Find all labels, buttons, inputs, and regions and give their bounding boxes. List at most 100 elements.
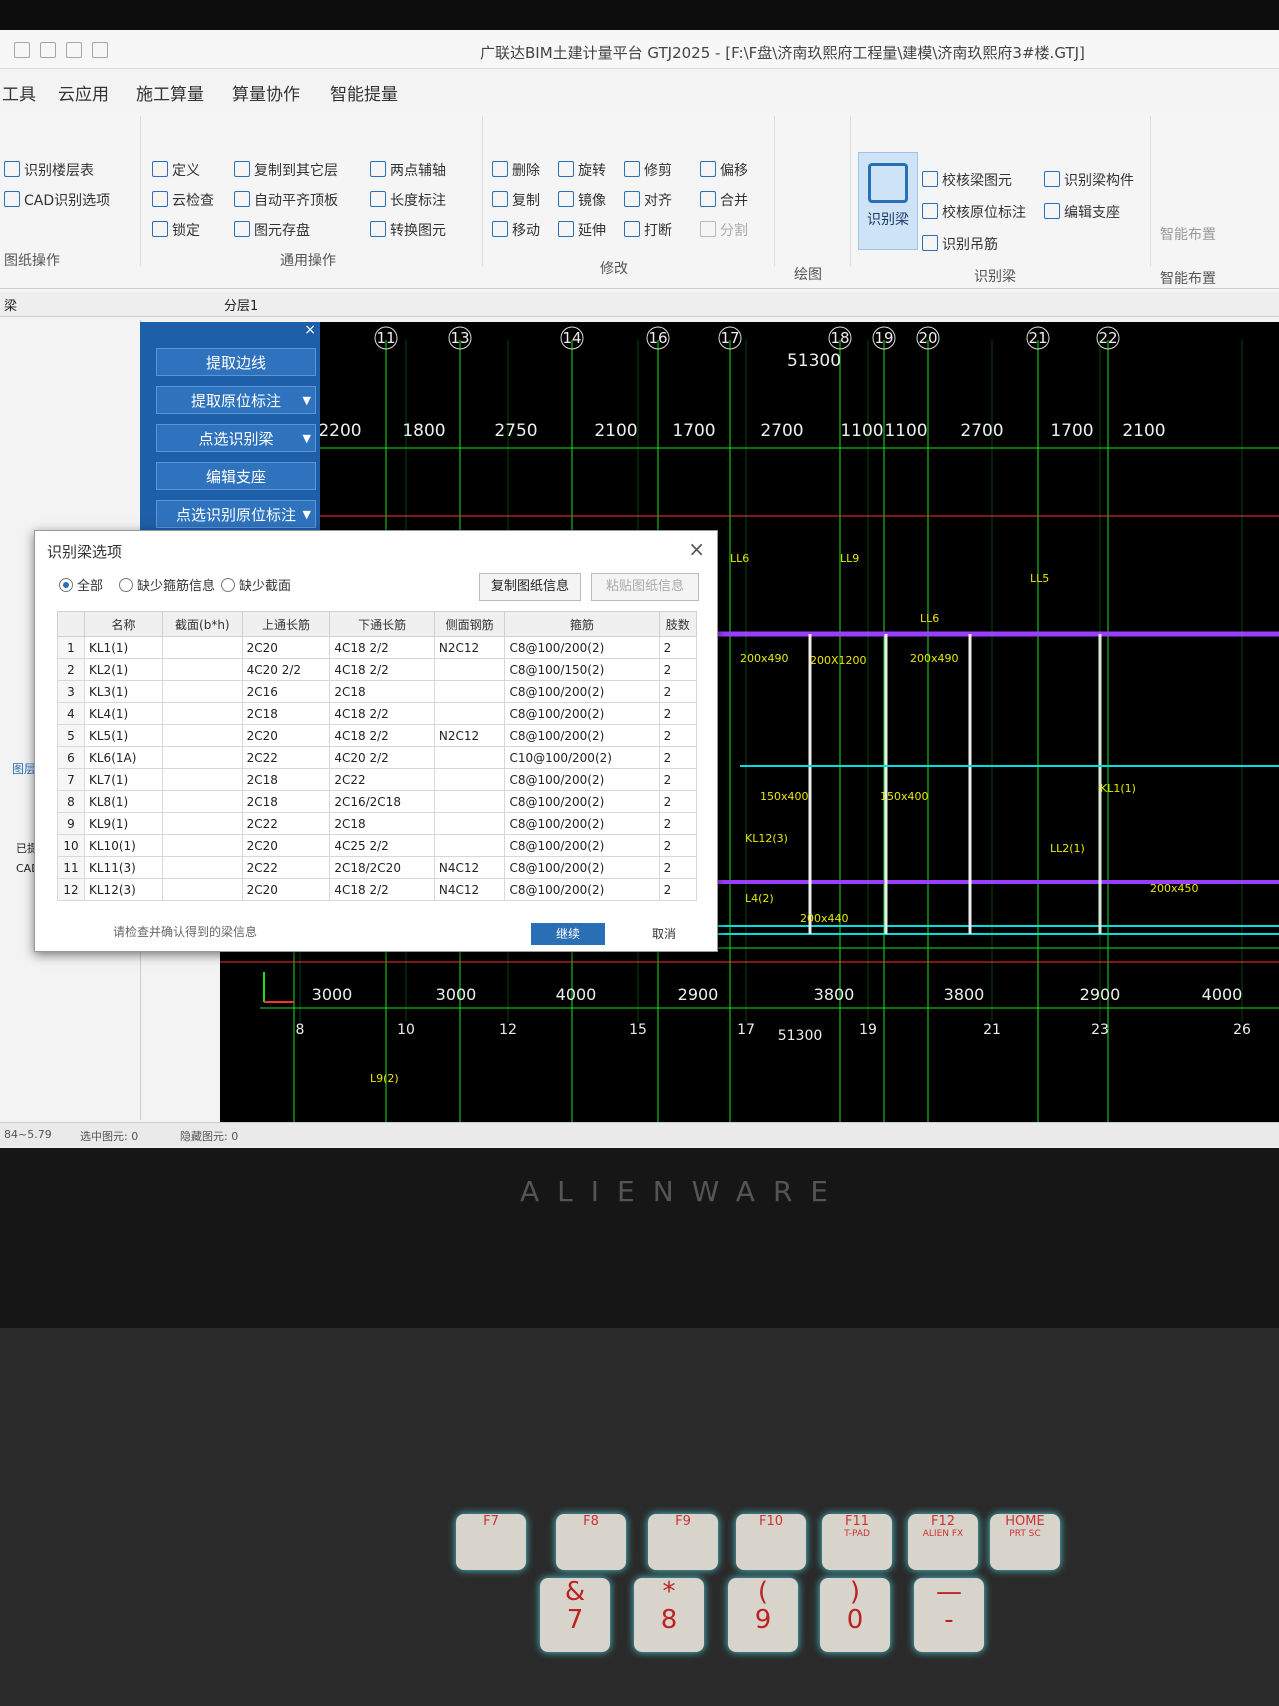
table-cell[interactable]: 2: [658, 636, 698, 659]
table-cell[interactable]: 2: [658, 724, 698, 747]
table-cell[interactable]: 2C18: [241, 768, 331, 791]
table-row[interactable]: 12 KL12(3) 2C20 4C18 2/2 N4C12 C8@100/200(2) 2: [57, 878, 698, 901]
table-cell[interactable]: [433, 680, 506, 703]
table-cell[interactable]: [433, 768, 506, 791]
table-cell[interactable]: 2C22: [241, 746, 331, 769]
ribbon-align[interactable]: 对齐: [624, 190, 672, 210]
table-row[interactable]: 5 KL5(1) 2C20 4C18 2/2 N2C12 C8@100/200(2) 2: [57, 724, 698, 747]
table-cell[interactable]: 2C20: [241, 636, 331, 659]
table-cell[interactable]: 4C18 2/2: [329, 724, 435, 747]
ribbon-length-dim[interactable]: 长度标注: [370, 190, 446, 210]
ribbon-convert-element[interactable]: 转换图元: [370, 220, 446, 240]
radio-missing-section[interactable]: 缺少截面: [221, 575, 291, 594]
key-f9[interactable]: F9: [648, 1514, 718, 1570]
table-cell[interactable]: [162, 702, 243, 725]
table-cell[interactable]: [433, 790, 506, 813]
extract-annotation-button[interactable]: 提取原位标注 ▼: [156, 386, 316, 414]
recognize-beam-button[interactable]: 识别梁: [858, 152, 918, 250]
key-f10[interactable]: F10: [736, 1514, 806, 1570]
table-cell[interactable]: KL5(1): [84, 724, 163, 747]
ribbon-merge[interactable]: 合并: [700, 190, 748, 210]
table-cell[interactable]: [162, 812, 243, 835]
table-cell[interactable]: KL6(1A): [84, 746, 163, 769]
ribbon-recognize-hanger[interactable]: 识别吊筋: [922, 234, 998, 254]
table-cell[interactable]: 2: [658, 856, 698, 879]
table-cell[interactable]: KL8(1): [84, 790, 163, 813]
key-8[interactable]: * 8: [634, 1578, 704, 1652]
ribbon-check-annotation[interactable]: 校核原位标注: [922, 202, 1026, 222]
table-cell[interactable]: 2: [658, 702, 698, 725]
table-cell[interactable]: KL12(3): [84, 878, 163, 901]
table-cell[interactable]: 4C25 2/2: [329, 834, 435, 857]
ribbon-rotate[interactable]: 旋转: [558, 160, 606, 180]
table-cell[interactable]: [162, 856, 243, 879]
table-cell[interactable]: [162, 658, 243, 681]
key-f7[interactable]: F7: [456, 1514, 526, 1570]
table-row[interactable]: 6 KL6(1A) 2C22 4C20 2/2 C10@100/200(2) 2: [57, 746, 698, 769]
ribbon-cloud-check[interactable]: 云检查: [152, 190, 214, 210]
table-cell[interactable]: [433, 812, 506, 835]
column-header[interactable]: 箍筋: [504, 611, 660, 637]
table-cell[interactable]: 4C20 2/2: [241, 658, 331, 681]
table-row[interactable]: 7 KL7(1) 2C18 2C22 C8@100/200(2) 2: [57, 768, 698, 791]
ribbon-edit-support[interactable]: 编辑支座: [1044, 202, 1120, 222]
table-cell[interactable]: C8@100/200(2): [504, 702, 660, 725]
table-cell[interactable]: 4C18 2/2: [329, 636, 435, 659]
menu-smart[interactable]: 智能提量: [330, 80, 398, 105]
point-recognize-beam-button[interactable]: 点选识别梁 ▼: [156, 424, 316, 452]
table-cell[interactable]: 2C22: [241, 856, 331, 879]
ribbon-copy[interactable]: 复制: [492, 190, 540, 210]
ribbon-delete[interactable]: 删除: [492, 160, 540, 180]
ribbon-cad-options[interactable]: CAD识别选项: [4, 190, 110, 210]
table-cell[interactable]: C10@100/200(2): [504, 746, 660, 769]
table-cell[interactable]: KL7(1): [84, 768, 163, 791]
column-header[interactable]: 侧面钢筋: [433, 611, 506, 637]
table-row[interactable]: 9 KL9(1) 2C22 2C18 C8@100/200(2) 2: [57, 812, 698, 835]
ribbon-mirror[interactable]: 镜像: [558, 190, 606, 210]
table-cell[interactable]: C8@100/200(2): [504, 636, 660, 659]
ribbon-offset[interactable]: 偏移: [700, 160, 748, 180]
table-cell[interactable]: 4C18 2/2: [329, 658, 435, 681]
table-cell[interactable]: [433, 834, 506, 857]
ribbon-smart-layout[interactable]: 智能布置: [1160, 224, 1216, 244]
ribbon-recognize-beam-member[interactable]: 识别梁构件: [1044, 170, 1134, 190]
table-cell[interactable]: 2C20: [241, 878, 331, 901]
undo-icon[interactable]: [40, 42, 56, 58]
ribbon-two-point-axis[interactable]: 两点辅轴: [370, 160, 446, 180]
table-cell[interactable]: 2C20: [241, 724, 331, 747]
save-icon[interactable]: [14, 42, 30, 58]
table-cell[interactable]: [433, 658, 506, 681]
column-header[interactable]: 截面(b*h): [162, 611, 243, 637]
chevron-down-icon[interactable]: ▼: [303, 387, 311, 415]
table-cell[interactable]: C8@100/200(2): [504, 680, 660, 703]
table-cell[interactable]: 2: [658, 768, 698, 791]
point-recognize-annotation-button[interactable]: 点选识别原位标注 ▼: [156, 500, 316, 528]
table-cell[interactable]: C8@100/200(2): [504, 724, 660, 747]
menu-collab[interactable]: 算量协作: [232, 80, 300, 105]
key-f12[interactable]: F12 ALIEN FX: [908, 1514, 978, 1570]
table-cell[interactable]: [433, 702, 506, 725]
table-cell[interactable]: 2: [658, 658, 698, 681]
table-cell[interactable]: [433, 746, 506, 769]
table-cell[interactable]: C8@100/200(2): [504, 834, 660, 857]
table-cell[interactable]: 2C22: [241, 812, 331, 835]
table-cell[interactable]: 2C18: [329, 812, 435, 835]
table-cell[interactable]: KL1(1): [84, 636, 163, 659]
table-cell[interactable]: 2C18/2C20: [329, 856, 435, 879]
table-cell[interactable]: 2: [658, 878, 698, 901]
table-cell[interactable]: 2: [658, 746, 698, 769]
column-header[interactable]: 名称: [84, 611, 163, 637]
copy-drawing-info-button[interactable]: 复制图纸信息: [479, 573, 581, 601]
ribbon-define[interactable]: 定义: [152, 160, 200, 180]
table-cell[interactable]: 2C18: [329, 680, 435, 703]
key-home[interactable]: HOME PRT SC: [990, 1514, 1060, 1570]
table-row[interactable]: 2 KL2(1) 4C20 2/2 4C18 2/2 C8@100/150(2) 2: [57, 658, 698, 681]
ribbon-trim[interactable]: 修剪: [624, 160, 672, 180]
table-cell[interactable]: [162, 746, 243, 769]
table-row[interactable]: 3 KL3(1) 2C16 2C18 C8@100/200(2) 2: [57, 680, 698, 703]
table-cell[interactable]: [162, 636, 243, 659]
key-f11[interactable]: F11 T-PAD: [822, 1514, 892, 1570]
close-icon[interactable]: ×: [688, 537, 705, 561]
ribbon-check-beam[interactable]: 校核梁图元: [922, 170, 1012, 190]
open-icon[interactable]: [92, 42, 108, 58]
